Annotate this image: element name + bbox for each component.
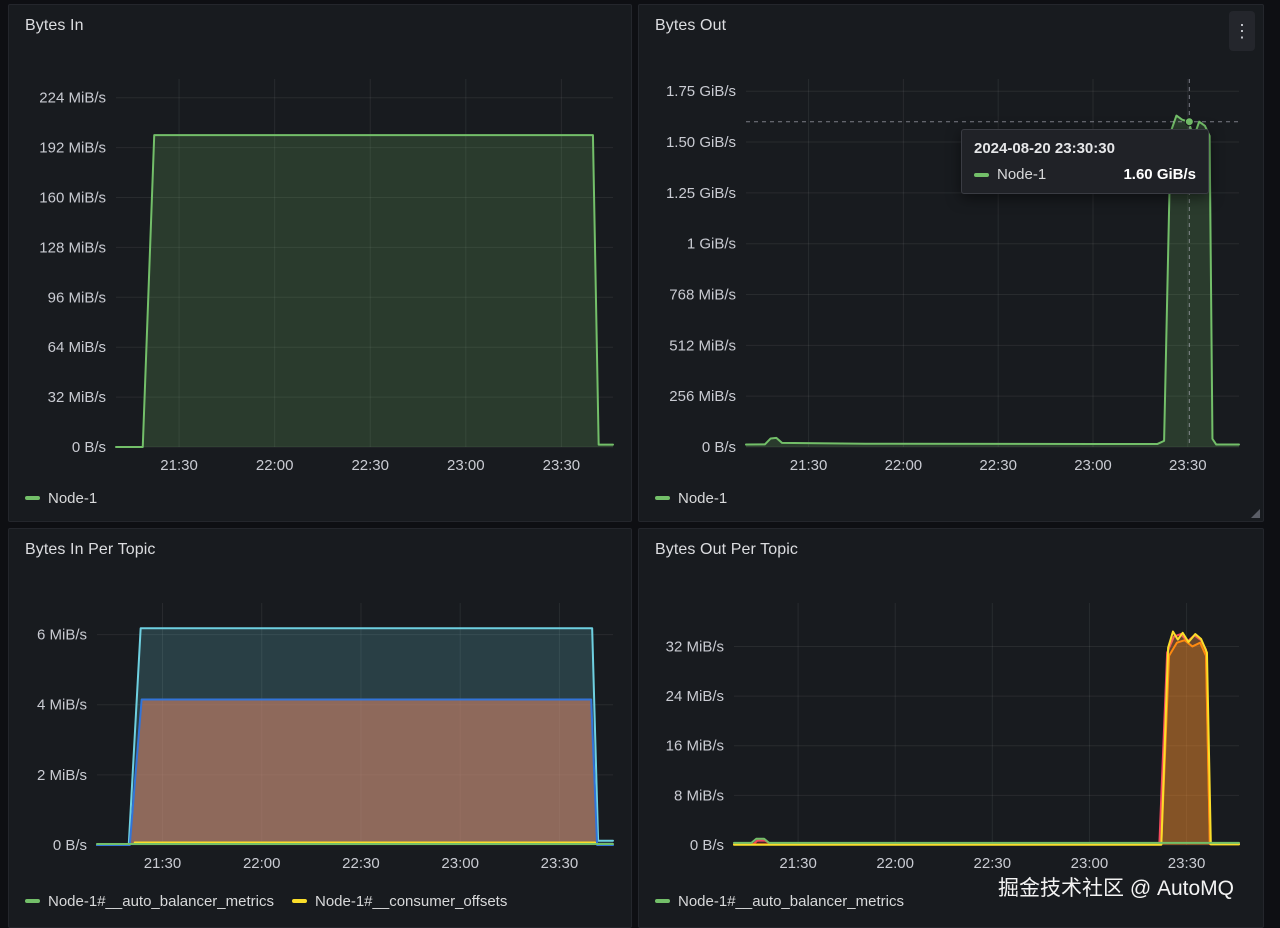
legend-item-node-1[interactable]: Node-1 (655, 490, 727, 507)
tooltip-series-row: Node-1 1.60 GiB/s (974, 166, 1196, 183)
panel-bytes-in-per-topic: Bytes In Per Topic 21:30 22:00 22:30 23:00 2… (8, 528, 632, 928)
svg-text:8 MiB/s: 8 MiB/s (674, 787, 724, 804)
svg-text:23:00: 23:00 (1074, 457, 1112, 474)
panel-title: Bytes In Per Topic (25, 541, 156, 558)
panel-title: Bytes In (25, 17, 84, 34)
svg-text:1.75 GiB/s: 1.75 GiB/s (666, 83, 736, 100)
bytes-out-per-topic-chart-canvas[interactable]: 21:30 22:00 22:30 23:00 23:30 0 B/s 8 MiB/s 16 … (639, 589, 1263, 883)
svg-text:64 MiB/s: 64 MiB/s (48, 339, 106, 356)
svg-text:1 GiB/s: 1 GiB/s (687, 236, 736, 253)
watermark-text: 掘金技术社区 @ AutoMQ (997, 877, 1234, 900)
series-color-dash (291, 899, 307, 903)
svg-text:4 MiB/s: 4 MiB/s (37, 697, 87, 714)
panel-menu-button[interactable]: ⋮ (1229, 11, 1255, 51)
legend-label: Node-1 (678, 489, 728, 507)
panel-bytes-out: Bytes Out ⋮ 21:30 22:00 22:30 23:00 23:30 0 B… (638, 4, 1264, 522)
svg-text:32 MiB/s: 32 MiB/s (666, 638, 724, 655)
svg-text:2 MiB/s: 2 MiB/s (37, 767, 87, 784)
panel-header-bytes-in-per-topic[interactable]: Bytes In Per Topic (9, 529, 631, 589)
svg-text:23:30: 23:30 (1169, 457, 1207, 474)
svg-text:256 MiB/s: 256 MiB/s (669, 388, 736, 405)
svg-text:0 B/s: 0 B/s (690, 837, 724, 854)
legend-label: Node-1#__auto_balancer_metrics (678, 892, 904, 910)
legend-item-auto-balancer-metrics[interactable]: Node-1#__auto_balancer_metrics (655, 893, 904, 910)
panel-resize-handle[interactable] (1251, 509, 1260, 518)
svg-text:23:00: 23:00 (447, 457, 485, 474)
svg-text:22:00: 22:00 (876, 855, 914, 872)
panel-header-bytes-in[interactable]: Bytes In (9, 5, 631, 65)
series-color-dash (655, 899, 670, 903)
tooltip-timestamp: 2024-08-20 23:30:30 (974, 140, 1115, 157)
series-color-dash (655, 496, 670, 500)
series-color-dash (974, 172, 989, 177)
legend-label: Node-1 (48, 489, 98, 507)
svg-text:768 MiB/s: 768 MiB/s (669, 287, 736, 304)
bytes-out-chart-canvas[interactable]: 21:30 22:00 22:30 23:00 23:30 0 B/s 256 MiB/s 5… (639, 65, 1263, 481)
legend-bytes-in: Node-1 (9, 481, 631, 521)
svg-text:21:30: 21:30 (790, 457, 828, 474)
svg-text:24 MiB/s: 24 MiB/s (666, 688, 724, 705)
legend-bytes-out: Node-1 (639, 481, 1263, 521)
svg-text:22:30: 22:30 (351, 457, 389, 474)
svg-text:6 MiB/s: 6 MiB/s (37, 627, 87, 644)
legend-item-consumer-offsets[interactable]: Node-1#__consumer_offsets (291, 892, 508, 910)
tooltip-series-value: 1.60 GiB/s (1123, 166, 1196, 183)
svg-text:96 MiB/s: 96 MiB/s (48, 289, 106, 306)
svg-text:1.50 GiB/s: 1.50 GiB/s (666, 134, 736, 151)
svg-text:23:30: 23:30 (543, 457, 581, 474)
svg-text:0 B/s: 0 B/s (72, 439, 106, 456)
svg-text:16 MiB/s: 16 MiB/s (666, 738, 724, 755)
kebab-menu-icon: ⋮ (1233, 20, 1251, 41)
tooltip-series-name: Node-1 (997, 166, 1047, 183)
svg-text:32 MiB/s: 32 MiB/s (48, 389, 106, 406)
svg-text:22:30: 22:30 (979, 457, 1017, 474)
legend-label: Node-1#__consumer_offsets (314, 892, 508, 910)
svg-text:21:30: 21:30 (779, 855, 817, 872)
svg-text:160 MiB/s: 160 MiB/s (39, 190, 106, 207)
svg-text:23:00: 23:00 (441, 855, 479, 872)
svg-text:22:00: 22:00 (885, 457, 923, 474)
panel-bytes-out-per-topic: Bytes Out Per Topic 21:30 22:00 22:30 23:00… (638, 528, 1264, 928)
svg-text:22:00: 22:00 (256, 457, 294, 474)
bytes-in-per-topic-chart-canvas[interactable]: 21:30 22:00 22:30 23:00 23:30 0 B/s 2 MiB/s 4 M… (9, 589, 631, 883)
svg-text:21:30: 21:30 (160, 457, 198, 474)
svg-text:23:30: 23:30 (1168, 855, 1206, 872)
panel-header-bytes-out[interactable]: Bytes Out (639, 5, 1263, 65)
svg-text:22:00: 22:00 (243, 855, 281, 872)
panel-title: Bytes Out (655, 17, 727, 34)
svg-text:22:30: 22:30 (342, 855, 380, 872)
legend-item-node-1[interactable]: Node-1 (25, 490, 97, 507)
panel-title: Bytes Out Per Topic (655, 541, 799, 558)
svg-text:512 MiB/s: 512 MiB/s (669, 337, 736, 354)
svg-text:1.25 GiB/s: 1.25 GiB/s (666, 185, 736, 202)
legend-item-auto-balancer-metrics[interactable]: Node-1#__auto_balancer_metrics (25, 893, 274, 910)
svg-text:128 MiB/s: 128 MiB/s (39, 239, 106, 256)
svg-text:22:30: 22:30 (974, 855, 1012, 872)
svg-text:0 B/s: 0 B/s (53, 837, 87, 854)
bytes-in-chart-canvas[interactable]: 21:30 22:00 22:30 23:00 23:30 0 B/s 32 MiB/s 64… (9, 65, 631, 481)
chart-tooltip: 2024-08-20 23:30:30 Node-1 1.60 GiB/s (961, 129, 1209, 194)
series-color-dash (25, 496, 40, 500)
svg-text:192 MiB/s: 192 MiB/s (39, 140, 106, 157)
legend-label: Node-1#__auto_balancer_metrics (48, 892, 274, 910)
svg-text:0 B/s: 0 B/s (702, 439, 736, 456)
series-color-dash (25, 899, 40, 903)
legend-bytes-in-per-topic: Node-1#__auto_balancer_metrics Node-1#__… (9, 883, 631, 927)
svg-text:23:30: 23:30 (541, 855, 579, 872)
svg-text:224 MiB/s: 224 MiB/s (39, 90, 106, 107)
panel-header-bytes-out-per-topic[interactable]: Bytes Out Per Topic (639, 529, 1263, 589)
svg-text:21:30: 21:30 (144, 855, 182, 872)
panel-bytes-in: Bytes In 21:30 22:00 22:30 23:00 23:30 0 B/s 3… (8, 4, 632, 522)
svg-text:23:00: 23:00 (1071, 855, 1109, 872)
